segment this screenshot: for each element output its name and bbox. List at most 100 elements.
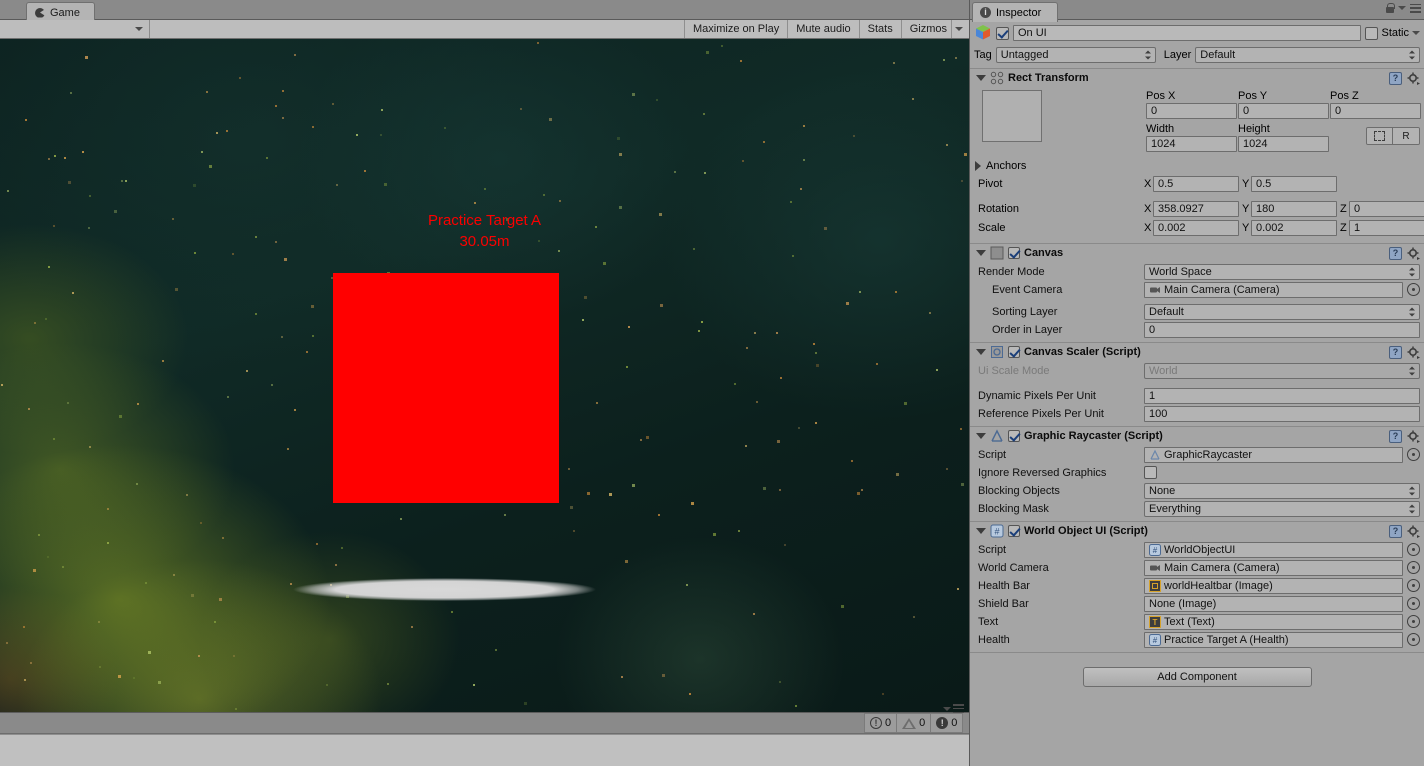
csharp-script-icon: # bbox=[990, 524, 1004, 538]
foldout-expanded-icon[interactable] bbox=[976, 528, 986, 534]
rect-transform-header[interactable]: Rect Transform ? bbox=[970, 69, 1424, 87]
object-picker-icon[interactable] bbox=[1407, 561, 1420, 574]
tab-game[interactable]: Game bbox=[26, 2, 95, 22]
lock-icon[interactable] bbox=[1386, 3, 1395, 13]
object-picker-icon[interactable] bbox=[1407, 283, 1420, 296]
foldout-expanded-icon[interactable] bbox=[976, 349, 986, 355]
scale-z-input[interactable]: 1 bbox=[1349, 220, 1424, 236]
tab-inspector[interactable]: i Inspector bbox=[972, 2, 1059, 22]
component-graphic-raycaster: Graphic Raycaster (Script) ? Script Grap… bbox=[970, 426, 1424, 517]
object-picker-icon[interactable] bbox=[1407, 579, 1420, 592]
rotation-y-input[interactable]: 180 bbox=[1251, 201, 1337, 217]
game-render-view[interactable]: Practice Target A 30.05m bbox=[0, 39, 969, 712]
anchor-preset-widget[interactable] bbox=[982, 90, 1042, 142]
reference-pixels-input[interactable]: 100 bbox=[1144, 405, 1420, 422]
gizmos-button[interactable]: Gizmos bbox=[900, 20, 951, 38]
pos-y-input[interactable]: 0 bbox=[1238, 103, 1329, 119]
add-component-button[interactable]: Add Component bbox=[1082, 667, 1312, 687]
panel-menu-icons[interactable] bbox=[943, 704, 964, 713]
object-picker-icon[interactable] bbox=[1407, 633, 1420, 646]
object-picker-icon[interactable] bbox=[1407, 448, 1420, 461]
pivot-x-input[interactable]: 0.5 bbox=[1153, 176, 1239, 192]
component-world-object-ui: # World Object UI (Script) ? Script # Wo… bbox=[970, 521, 1424, 653]
help-icon[interactable]: ? bbox=[1389, 429, 1402, 443]
gear-icon[interactable] bbox=[1407, 346, 1420, 359]
help-icon[interactable]: ? bbox=[1389, 524, 1402, 538]
canvas-enabled-checkbox[interactable] bbox=[1008, 247, 1020, 259]
stats-button[interactable]: Stats bbox=[858, 20, 901, 38]
foldout-expanded-icon[interactable] bbox=[976, 250, 986, 256]
world-object-ui-header[interactable]: # World Object UI (Script) ? bbox=[970, 522, 1424, 540]
object-picker-icon[interactable] bbox=[1407, 597, 1420, 610]
pos-x-input[interactable]: 0 bbox=[1146, 103, 1237, 119]
raw-edit-button[interactable]: R bbox=[1393, 128, 1419, 144]
chevron-down-icon bbox=[135, 27, 143, 31]
foldout-expanded-icon[interactable] bbox=[976, 433, 986, 439]
blocking-objects-dropdown[interactable]: None bbox=[1144, 482, 1420, 499]
height-input[interactable]: 1024 bbox=[1238, 136, 1329, 152]
chevron-down-icon[interactable] bbox=[1398, 6, 1406, 10]
graphic-raycaster-enabled-checkbox[interactable] bbox=[1008, 430, 1020, 442]
tag-dropdown[interactable]: Untagged bbox=[995, 46, 1156, 63]
hamburger-menu-icon[interactable] bbox=[1410, 3, 1421, 13]
health-field[interactable]: # Practice Target A (Health) bbox=[1144, 631, 1403, 648]
event-camera-field[interactable]: Main Camera (Camera) bbox=[1144, 281, 1403, 298]
blueprint-mode-button[interactable] bbox=[1367, 128, 1393, 144]
health-bar-field[interactable]: worldHealtbar (Image) bbox=[1144, 577, 1403, 594]
text-field[interactable]: T Text (Text) bbox=[1144, 613, 1403, 630]
gear-icon[interactable] bbox=[1407, 525, 1420, 538]
scale-y-input[interactable]: 0.002 bbox=[1251, 220, 1337, 236]
layer-dropdown[interactable]: Default bbox=[1195, 46, 1420, 63]
graphic-raycaster-header[interactable]: Graphic Raycaster (Script) ? bbox=[970, 427, 1424, 445]
gear-icon[interactable] bbox=[1407, 247, 1420, 260]
world-object-ui-enabled-checkbox[interactable] bbox=[1008, 525, 1020, 537]
maximize-on-play-button[interactable]: Maximize on Play bbox=[684, 20, 787, 38]
help-icon[interactable]: ? bbox=[1389, 345, 1402, 359]
pivot-y-input[interactable]: 0.5 bbox=[1251, 176, 1337, 192]
raycaster-script-field[interactable]: GraphicRaycaster bbox=[1144, 446, 1403, 463]
canvas-header[interactable]: Canvas ? bbox=[970, 244, 1424, 262]
sorting-layer-dropdown[interactable]: Default bbox=[1144, 303, 1420, 320]
scale-x-input[interactable]: 0.002 bbox=[1153, 220, 1239, 236]
gear-icon[interactable] bbox=[1407, 430, 1420, 443]
object-picker-icon[interactable] bbox=[1407, 615, 1420, 628]
wou-script-field[interactable]: # WorldObjectUI bbox=[1144, 541, 1403, 558]
console-info-count[interactable]: ! 0 bbox=[865, 714, 898, 732]
rotation-x-input[interactable]: 358.0927 bbox=[1153, 201, 1239, 217]
gameobject-name-field[interactable]: On UI bbox=[1013, 25, 1362, 41]
object-picker-icon[interactable] bbox=[1407, 543, 1420, 556]
help-icon[interactable]: ? bbox=[1389, 71, 1402, 85]
scale-row: Scale X 0.002 Y 0.002 Z 1 bbox=[970, 219, 1424, 237]
mute-audio-button[interactable]: Mute audio bbox=[787, 20, 858, 38]
ignore-reversed-checkbox[interactable] bbox=[1144, 466, 1157, 479]
aspect-ratio-dropdown[interactable] bbox=[0, 20, 150, 38]
foldout-collapsed-icon[interactable] bbox=[975, 160, 981, 171]
dynamic-pixels-input[interactable]: 1 bbox=[1144, 387, 1420, 404]
hamburger-menu-icon[interactable] bbox=[953, 704, 964, 713]
ui-scale-mode-row: Ui Scale Mode World bbox=[970, 362, 1424, 379]
console-counters[interactable]: ! 0 0 ! 0 bbox=[864, 713, 964, 733]
help-icon[interactable]: ? bbox=[1389, 246, 1402, 260]
canvas-scaler-enabled-checkbox[interactable] bbox=[1008, 346, 1020, 358]
scale-x-value: 0.002 bbox=[1158, 222, 1186, 234]
pos-z-input[interactable]: 0 bbox=[1330, 103, 1421, 119]
foldout-expanded-icon[interactable] bbox=[976, 75, 986, 81]
gizmos-dropdown[interactable] bbox=[951, 20, 969, 38]
rotation-z-input[interactable]: 0 bbox=[1349, 201, 1424, 217]
chevron-down-icon bbox=[943, 706, 951, 711]
console-error-count[interactable]: ! 0 bbox=[931, 714, 962, 732]
order-in-layer-value: 0 bbox=[1149, 323, 1156, 336]
gear-icon[interactable] bbox=[1407, 72, 1420, 85]
anchors-foldout-row[interactable]: Anchors bbox=[970, 157, 1424, 174]
console-warning-count[interactable]: 0 bbox=[897, 714, 932, 732]
world-camera-field[interactable]: Main Camera (Camera) bbox=[1144, 559, 1403, 576]
order-in-layer-input[interactable]: 0 bbox=[1144, 321, 1420, 338]
chevron-down-icon[interactable] bbox=[1412, 31, 1420, 35]
shield-bar-field[interactable]: None (Image) bbox=[1144, 595, 1403, 612]
blocking-mask-dropdown[interactable]: Everything bbox=[1144, 500, 1420, 517]
gameobject-enabled-checkbox[interactable] bbox=[996, 26, 1009, 40]
canvas-scaler-header[interactable]: Canvas Scaler (Script) ? bbox=[970, 343, 1424, 361]
static-checkbox[interactable] bbox=[1365, 26, 1379, 40]
width-input[interactable]: 1024 bbox=[1146, 136, 1237, 152]
render-mode-dropdown[interactable]: World Space bbox=[1144, 263, 1420, 280]
